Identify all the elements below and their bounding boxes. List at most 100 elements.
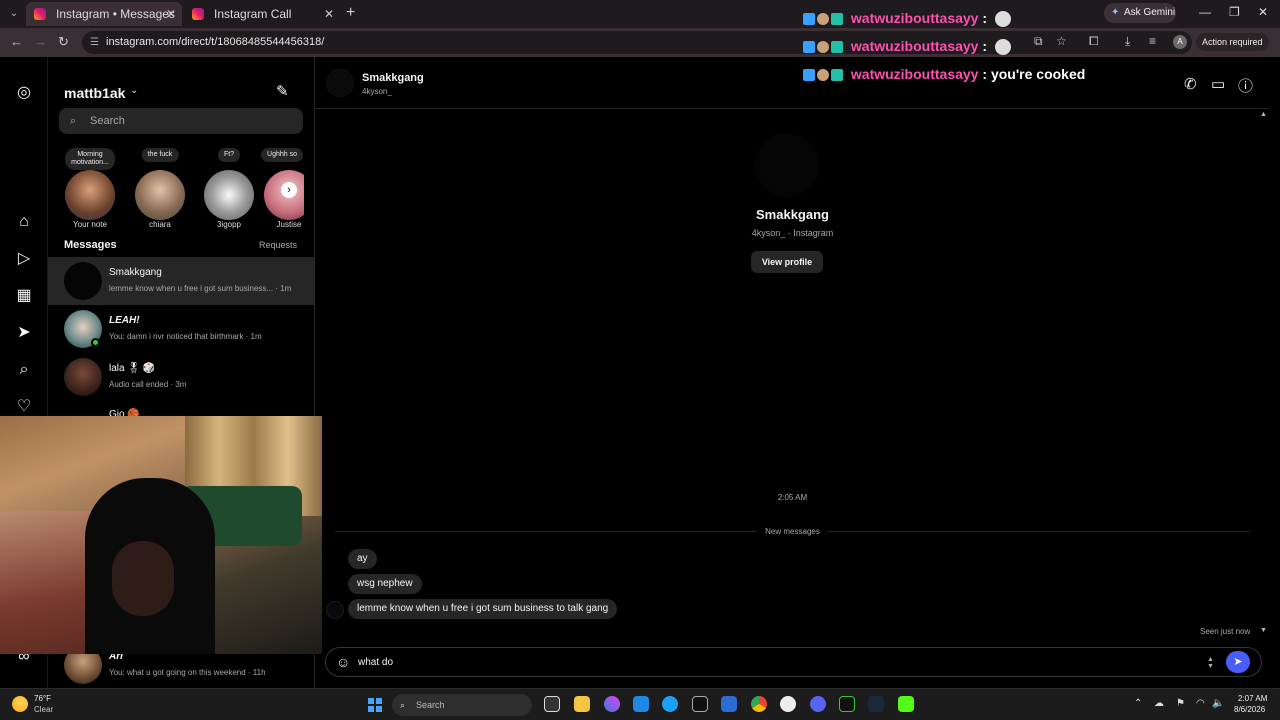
- profile-subtitle: 4kyson_ · Instagram: [751, 228, 834, 238]
- chat-title[interactable]: Smakkgang: [362, 72, 424, 84]
- emoji-icon[interactable]: ☺: [336, 654, 350, 670]
- message-composer: ☺ ▲▼ ➤: [325, 647, 1262, 677]
- terminal-icon[interactable]: [692, 696, 708, 712]
- address-bar[interactable]: ☰ instagram.com/direct/t/180684855444563…: [82, 31, 1192, 54]
- stream-chat-username: watwuzibouttasayy: [850, 10, 979, 26]
- message-bubble[interactable]: lemme know when u free i got sum busines…: [348, 599, 618, 619]
- kick-icon[interactable]: [898, 696, 914, 712]
- new-tab-button[interactable]: +: [346, 4, 355, 22]
- file-explorer-icon[interactable]: [574, 696, 590, 712]
- tray-app-icon[interactable]: ☁: [1154, 698, 1164, 709]
- forward-icon[interactable]: →: [34, 34, 47, 49]
- messages-icon[interactable]: ➤: [14, 323, 34, 343]
- tray-app-icon[interactable]: ⚑: [1176, 698, 1185, 709]
- download-icon[interactable]: ⤓: [1125, 34, 1130, 49]
- weather-temperature[interactable]: 76°F: [34, 694, 51, 703]
- reading-list-icon[interactable]: ≡: [1149, 34, 1156, 48]
- store-icon[interactable]: [721, 696, 737, 712]
- conversation-item-smakkgang[interactable]: Smakkgang lemme know when u free i got s…: [48, 257, 314, 305]
- instagram-logo-icon[interactable]: ◎: [14, 83, 34, 103]
- conversation-item-leah[interactable]: LEAH! You: damn i nvr noticed that birth…: [48, 305, 314, 353]
- browser-tabstrip: ⌄ Instagram • Messages ✕ Instagram Call …: [0, 0, 1280, 28]
- clock-time[interactable]: 2:07 AM: [1238, 694, 1267, 703]
- note-bubble: the fuck: [141, 148, 179, 162]
- site-info-icon[interactable]: ☰: [90, 31, 99, 54]
- seen-status: Seen just now: [1200, 627, 1251, 636]
- avatar: [135, 170, 185, 220]
- info-icon[interactable]: ⓘ: [1238, 75, 1253, 96]
- new-message-icon[interactable]: ✎: [276, 82, 294, 100]
- tray-overflow-icon[interactable]: ⌃: [1134, 698, 1142, 709]
- account-username[interactable]: mattb1ak: [64, 85, 125, 101]
- weather-moon-icon[interactable]: [12, 696, 28, 712]
- capcut-icon[interactable]: [839, 696, 855, 712]
- steam-icon[interactable]: [868, 696, 884, 712]
- chevron-down-icon[interactable]: ⌄: [130, 85, 138, 96]
- badge-icons: [803, 12, 847, 26]
- inbox-search-input[interactable]: ⌕ Search: [59, 108, 303, 134]
- scroll-down-icon[interactable]: ▼: [1260, 627, 1267, 634]
- text-size-stepper-icon[interactable]: ▲ ▼: [1207, 656, 1214, 670]
- reels-icon[interactable]: ▷: [14, 249, 34, 269]
- video-call-icon[interactable]: ▭: [1211, 75, 1225, 93]
- stream-chat-line: watwuzibouttasayy :: [803, 38, 1011, 56]
- requests-link[interactable]: Requests: [259, 240, 297, 250]
- note-item[interactable]: the fuck chiara: [127, 145, 193, 235]
- note-item[interactable]: Morning motivation... Your note: [57, 145, 123, 235]
- chat-header: Smakkgang 4kyson_ ✆ ▭ ⓘ: [315, 57, 1270, 109]
- install-app-icon[interactable]: ⧉: [1034, 34, 1043, 49]
- volume-icon[interactable]: 🔈: [1212, 698, 1224, 709]
- scroll-up-icon[interactable]: ▲: [1260, 111, 1267, 118]
- extensions-icon[interactable]: ⧠: [1089, 34, 1099, 49]
- back-icon[interactable]: ←: [10, 34, 23, 49]
- weather-condition[interactable]: Clear: [34, 705, 53, 714]
- profile-avatar: [755, 133, 819, 197]
- send-icon[interactable]: ➤: [1226, 651, 1250, 673]
- start-button[interactable]: [368, 698, 382, 712]
- bookmark-star-icon[interactable]: ☆: [1056, 34, 1067, 48]
- search-icon[interactable]: ⌕: [14, 360, 34, 380]
- notifications-heart-icon[interactable]: ♡: [14, 397, 34, 417]
- wifi-icon[interactable]: ◠: [1196, 698, 1205, 709]
- chrome-icon[interactable]: [751, 696, 767, 712]
- copilot-icon[interactable]: [604, 696, 620, 712]
- explore-icon[interactable]: ▦: [14, 286, 34, 306]
- stream-chat-line: watwuzibouttasayy :: [803, 10, 1011, 28]
- clock-date[interactable]: 8/6/2026: [1234, 705, 1265, 714]
- minimize-icon[interactable]: —: [1199, 5, 1211, 19]
- avatar[interactable]: [326, 601, 344, 619]
- conversation-name: Smakkgang: [109, 267, 162, 278]
- badge-icons: [803, 68, 847, 82]
- message-bubble[interactable]: ay: [348, 549, 377, 569]
- tab-search-button[interactable]: ⌄: [6, 6, 22, 22]
- action-required-button[interactable]: Action required: [1196, 33, 1269, 51]
- task-view-icon[interactable]: [544, 696, 560, 712]
- close-tab-icon[interactable]: ✕: [166, 2, 176, 26]
- browser-profile-avatar[interactable]: A: [1173, 35, 1187, 49]
- conversation-item-lala[interactable]: lala 🎖 🎲 Audio call ended · 3m: [48, 353, 314, 401]
- audio-call-icon[interactable]: ✆: [1184, 75, 1197, 93]
- tab-instagram-call[interactable]: Instagram Call ✕: [184, 2, 340, 26]
- maximize-icon[interactable]: ❐: [1229, 5, 1240, 19]
- discord-icon[interactable]: [810, 696, 826, 712]
- message-input[interactable]: [358, 653, 1198, 671]
- chevron-right-icon[interactable]: ›: [281, 182, 297, 198]
- note-name: Justise: [276, 220, 302, 229]
- reload-icon[interactable]: ↻: [58, 34, 69, 50]
- home-icon[interactable]: ⌂: [14, 212, 34, 232]
- close-window-icon[interactable]: ✕: [1258, 5, 1268, 19]
- message-bubble[interactable]: wsg nephew: [348, 574, 422, 594]
- screen: ⌄ Instagram • Messages ✕ Instagram Call …: [0, 0, 1280, 720]
- avatar[interactable]: [326, 69, 354, 97]
- emote-icon: [994, 11, 1011, 28]
- note-item[interactable]: Ft? 3igopp: [196, 145, 262, 235]
- ask-gemini-button[interactable]: ✦ Ask Gemini: [1104, 3, 1176, 23]
- close-tab-icon[interactable]: ✕: [324, 2, 334, 26]
- obs-icon[interactable]: [780, 696, 796, 712]
- outlook-icon[interactable]: [633, 696, 649, 712]
- edge-icon[interactable]: [662, 696, 678, 712]
- view-profile-button[interactable]: View profile: [751, 251, 823, 273]
- avatar: [204, 170, 254, 220]
- taskbar-search[interactable]: ⌕ Search: [392, 694, 532, 716]
- tab-instagram-messages[interactable]: Instagram • Messages ✕: [26, 2, 182, 26]
